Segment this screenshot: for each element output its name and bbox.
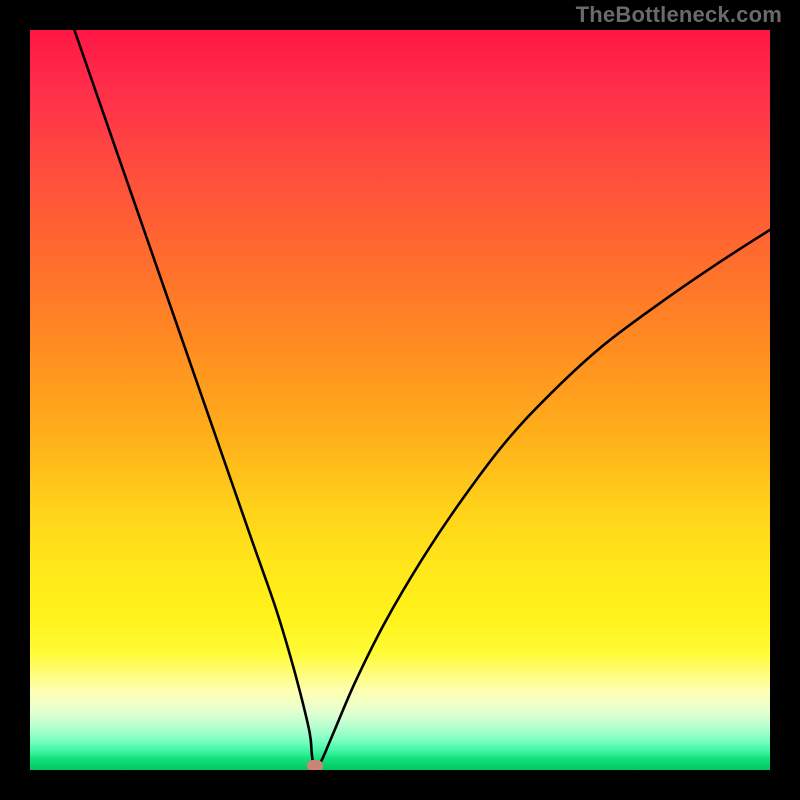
plot-area bbox=[30, 30, 770, 770]
minimum-marker bbox=[307, 760, 323, 770]
chart-container: TheBottleneck.com bbox=[0, 0, 800, 800]
watermark-label: TheBottleneck.com bbox=[576, 2, 782, 28]
bottleneck-curve bbox=[74, 30, 770, 768]
curve-svg bbox=[30, 30, 770, 770]
